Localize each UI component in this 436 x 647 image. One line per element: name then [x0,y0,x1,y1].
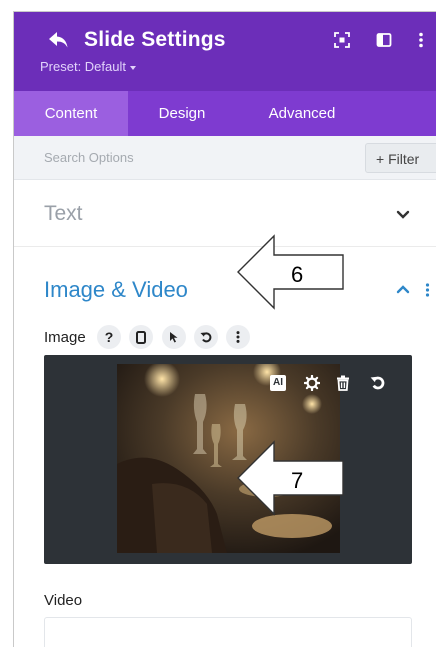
text-section[interactable]: Text [14,180,436,247]
more-icon[interactable] [226,325,250,349]
filter-button[interactable]: + Filter [365,143,436,173]
chevron-down-icon[interactable] [396,210,410,219]
trash-icon[interactable] [336,375,350,391]
image-field-label: Image [44,329,86,346]
preset-dropdown[interactable]: Preset: Default [40,59,136,74]
gear-icon[interactable] [304,375,320,391]
callout-number-7: 7 [291,468,304,493]
tab-content[interactable]: Content [14,91,128,136]
ai-badge: AI [273,377,283,388]
section-more-icon[interactable] [425,283,430,297]
slide-settings-panel: Slide Settings Preset: Default Content D… [13,11,436,647]
caret-down-icon [130,65,136,70]
preset-label: Preset: Default [40,59,126,74]
video-field-label: Video [44,592,83,609]
image-preview-panel: AI [44,355,412,564]
help-glyph: ? [104,329,114,345]
pointer-icon[interactable] [162,325,186,349]
image-video-section-title[interactable]: Image & Video [44,277,188,303]
split-view-icon[interactable] [376,32,392,48]
help-icon[interactable]: ? [97,325,121,349]
video-input[interactable] [44,617,412,647]
device-icon[interactable] [129,325,153,349]
undo-icon[interactable] [370,375,385,390]
tab-advanced[interactable]: Advanced [236,91,368,136]
ai-icon[interactable]: AI [270,375,286,391]
tab-design[interactable]: Design [128,91,236,136]
search-input[interactable] [14,136,374,179]
more-options-icon[interactable] [418,32,424,48]
chevron-up-icon[interactable] [396,285,410,294]
search-bar: + Filter [14,136,436,180]
fullscreen-icon[interactable] [334,32,350,48]
page-title: Slide Settings [84,28,226,51]
undo-icon[interactable] [194,325,218,349]
tab-bar: Content Design Advanced [14,91,436,136]
back-arrow-icon[interactable] [48,30,70,50]
callout-number-6: 6 [291,262,304,287]
panel-header: Slide Settings Preset: Default [14,12,436,91]
text-section-title: Text [44,202,83,225]
